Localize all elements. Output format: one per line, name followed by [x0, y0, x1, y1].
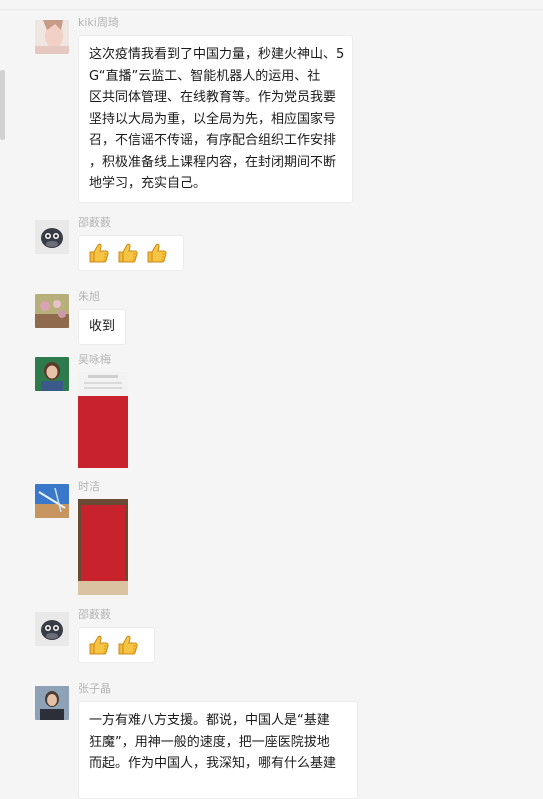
- message-text: 收到: [89, 319, 116, 334]
- thumbs-up-icon: [116, 241, 140, 265]
- sender-name: 吴咏梅: [78, 353, 111, 366]
- sender-name: 朱旭: [78, 290, 100, 303]
- thumbs-up-icon: [145, 241, 169, 265]
- message-bubble[interactable]: [78, 627, 155, 663]
- avatar[interactable]: [35, 357, 69, 391]
- avatar[interactable]: [35, 484, 69, 518]
- sender-name: kiki周琦: [78, 16, 119, 29]
- avatar[interactable]: [35, 220, 69, 254]
- scrollbar-thumb[interactable]: [0, 70, 5, 140]
- scrollbar-track[interactable]: [0, 0, 7, 768]
- thumbs-up-icon: [116, 633, 140, 657]
- message-text: 地学习，充实自己。: [89, 176, 207, 191]
- avatar[interactable]: [35, 20, 69, 54]
- message-bubble[interactable]: 收到: [78, 309, 127, 345]
- sender-name: 邵薮薮: [78, 216, 111, 229]
- image-message[interactable]: [78, 372, 128, 468]
- image-message[interactable]: [78, 499, 128, 595]
- message-text: G“直播”云监工、智能机器人的运用、社: [89, 68, 321, 84]
- thumbs-up-icon: [87, 241, 111, 265]
- message-text: 召，不信谣不传谣，有序配合组织工作安排: [89, 133, 337, 148]
- message-text: 狂魔”，用神一般的速度，把一座医院拔地: [89, 734, 330, 750]
- message-bubble[interactable]: 一方有难八方支援。都说，中国人是“基建 狂魔”，用神一般的速度，把一座医院拔地 …: [78, 701, 358, 799]
- divider: [0, 9, 543, 10]
- message-bubble[interactable]: 这次疫情我看到了中国力量，秒建火神山、5 G“直播”云监工、智能机器人的运用、社…: [78, 35, 353, 203]
- message-text: 区共同体管理、在线教育等。作为党员我要: [89, 90, 337, 105]
- avatar[interactable]: [35, 686, 69, 720]
- message-text: 而起。作为中国人，我深知，哪有什么基建: [89, 756, 337, 771]
- message-text: 一方有难八方支援。都说，中国人是“基建: [89, 713, 330, 728]
- avatar[interactable]: [35, 612, 69, 646]
- thumbs-up-icon: [87, 633, 111, 657]
- message-text: 坚持以大局为重，以全局为先，相应国家号: [89, 111, 337, 127]
- message-text: ，积极准备线上课程内容，在封闭期间不断: [89, 154, 337, 170]
- sender-name: 张子晶: [78, 682, 111, 695]
- sender-name: 邵薮薮: [78, 608, 111, 621]
- avatar[interactable]: [35, 294, 69, 328]
- message-bubble[interactable]: [78, 235, 184, 271]
- sender-name: 时洁: [78, 480, 100, 493]
- message-text: 这次疫情我看到了中国力量，秒建火神山、5: [89, 47, 345, 62]
